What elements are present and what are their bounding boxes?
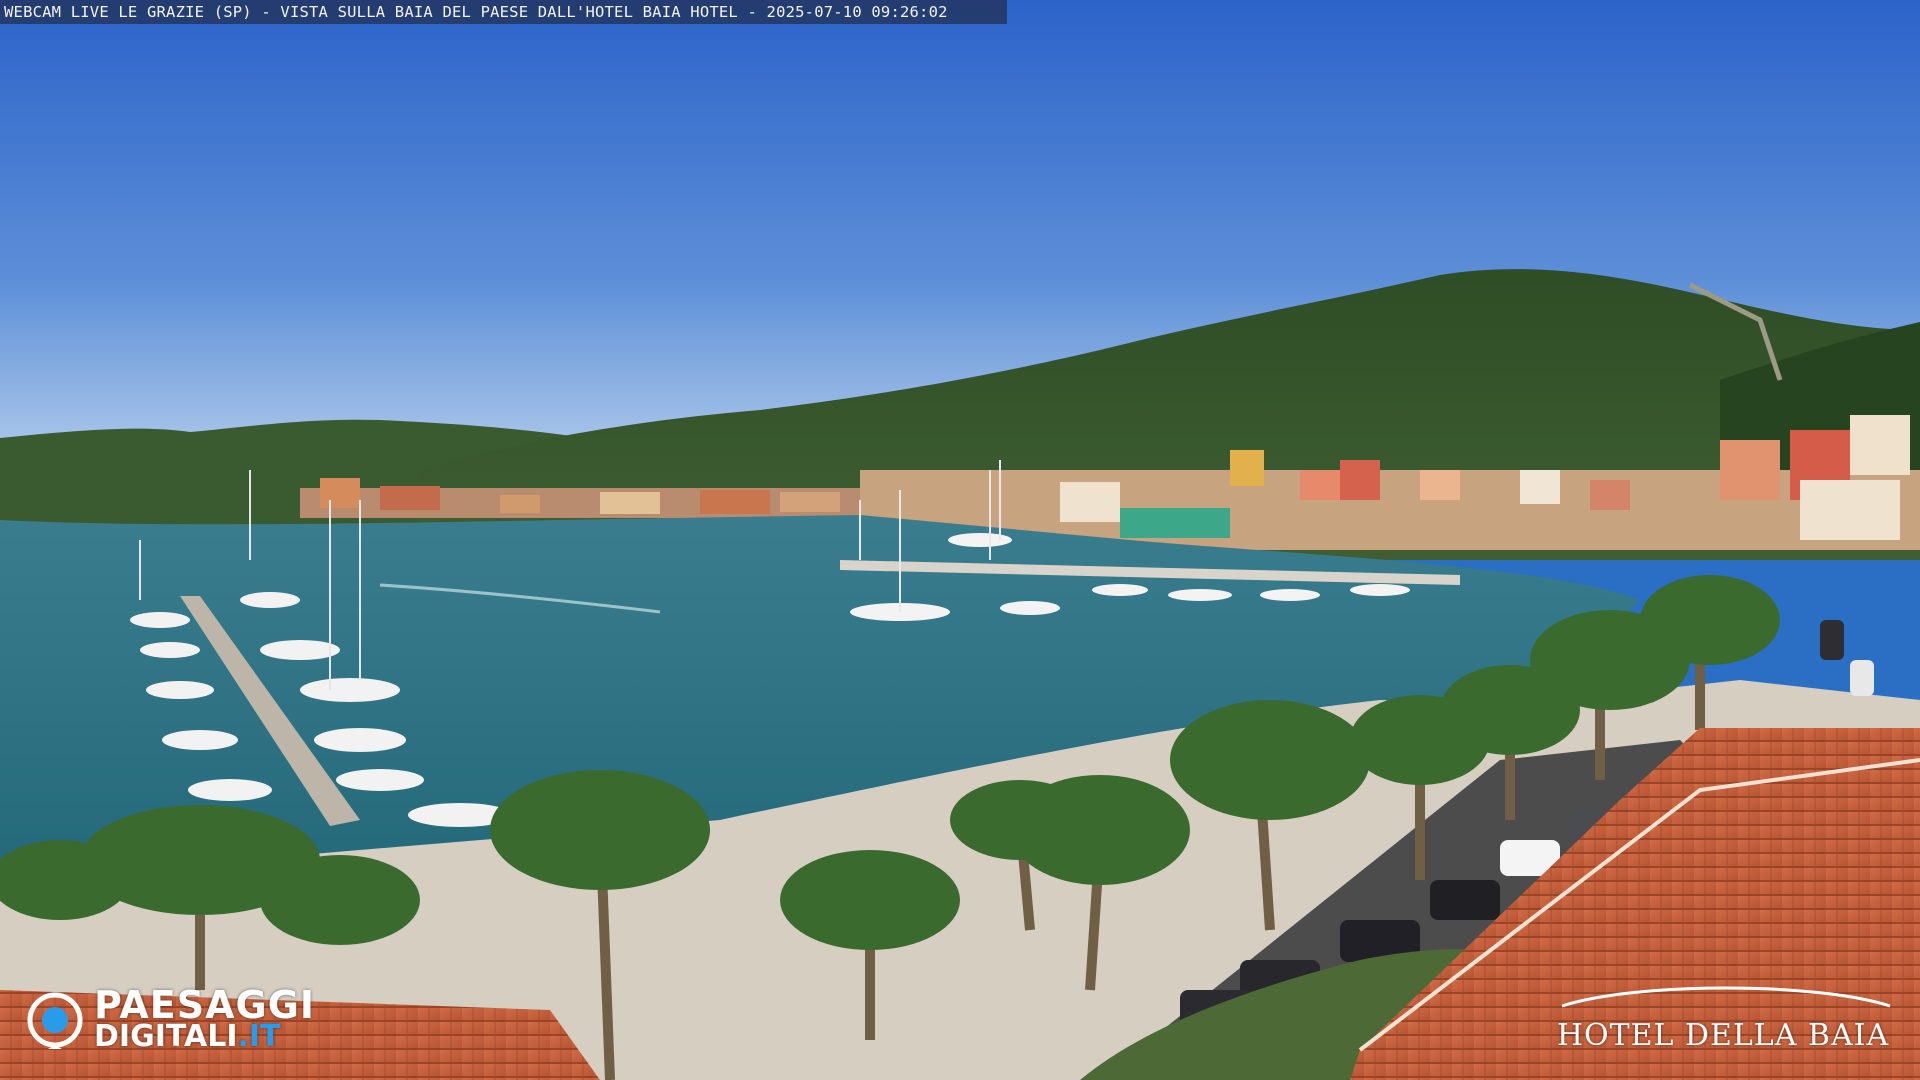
camera-lens-icon [27, 992, 83, 1049]
webcam-caption-bar: WEBCAM LIVE LE GRAZIE (SP) - VISTA SULLA… [0, 0, 1007, 24]
hotel-della-baia-logo: HOTEL DELLA BAIA [1548, 980, 1898, 1053]
hotel-logo-text: HOTEL DELLA BAIA [1556, 1018, 1890, 1053]
paesaggi-digitali-logo: PAESAGGI DIGITALI.IT [26, 985, 336, 1055]
logo-digitali-tld: .IT [237, 1019, 281, 1054]
hotel-logo-arc-icon [1561, 986, 1891, 1008]
logo-digitali-text: DIGITALI.IT [94, 1021, 281, 1053]
logo-digitali-name: DIGITALI [94, 1019, 238, 1054]
webcam-caption: WEBCAM LIVE LE GRAZIE (SP) - VISTA SULLA… [4, 3, 948, 21]
webcam-frame: WEBCAM LIVE LE GRAZIE (SP) - VISTA SULLA… [0, 0, 1920, 1080]
webcam-scene [0, 0, 1920, 1080]
